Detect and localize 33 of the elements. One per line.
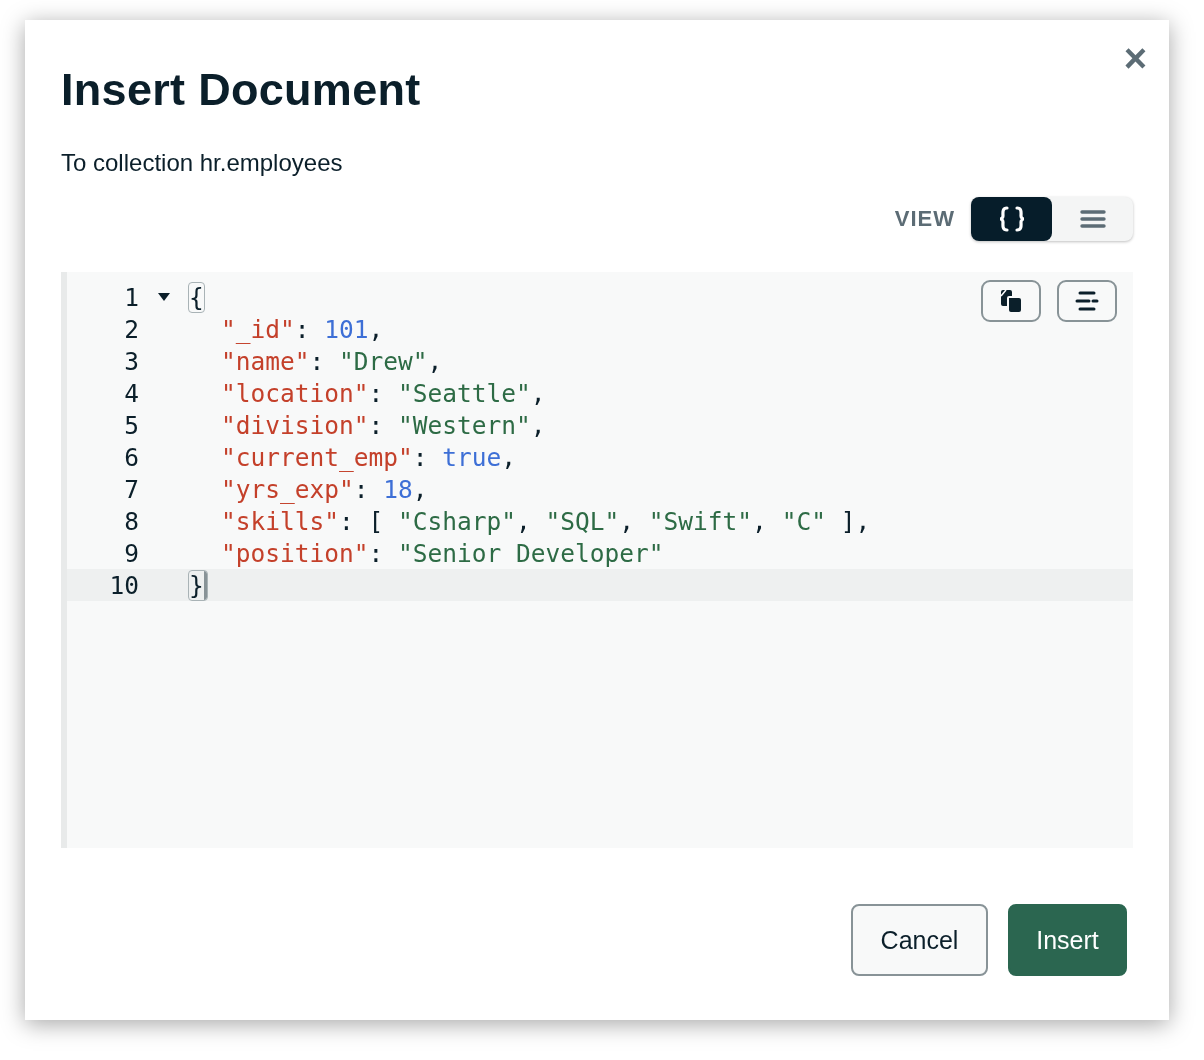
- menu-icon: [1079, 209, 1106, 229]
- code-line: "position": "Senior Developer": [220, 538, 664, 568]
- line-number: 7: [123, 474, 139, 504]
- code-line: {: [189, 282, 204, 312]
- line-number: 1: [123, 282, 139, 312]
- code-line: "_id": 101,: [220, 314, 384, 344]
- code-line: "location": "Seattle",: [220, 378, 546, 408]
- line-number: 5: [123, 410, 139, 440]
- view-label: VIEW: [894, 206, 955, 232]
- fold-caret-icon[interactable]: [158, 293, 170, 301]
- line-number: 3: [123, 346, 139, 376]
- copy-icon: [998, 288, 1024, 314]
- dialog-subtitle: To collection hr.employees: [61, 149, 344, 177]
- close-button[interactable]: ×: [1123, 40, 1147, 76]
- line-number: 6: [123, 442, 139, 472]
- format-icon: [1074, 290, 1100, 312]
- code-line: }: [189, 570, 207, 600]
- insert-button[interactable]: Insert: [1008, 904, 1127, 976]
- code-line: "current_emp": true,: [220, 442, 517, 472]
- line-number: 10: [108, 570, 139, 600]
- format-button[interactable]: [1057, 280, 1117, 322]
- code-line: "skills": [ "Csharp", "SQL", "Swift", "C" ],: [220, 506, 871, 536]
- code-line: "yrs_exp": 18,: [220, 474, 428, 504]
- line-number: 8: [123, 506, 139, 536]
- copy-button[interactable]: [981, 280, 1041, 322]
- json-view-tab[interactable]: [971, 197, 1052, 241]
- cancel-button[interactable]: Cancel: [851, 904, 988, 976]
- line-number: 9: [123, 538, 139, 568]
- line-number: 2: [123, 314, 139, 344]
- code-line: "division": "Western",: [220, 410, 546, 440]
- line-number: 4: [123, 378, 139, 408]
- dialog-title: Insert Document: [61, 64, 422, 116]
- code-line: "name": "Drew",: [220, 346, 443, 376]
